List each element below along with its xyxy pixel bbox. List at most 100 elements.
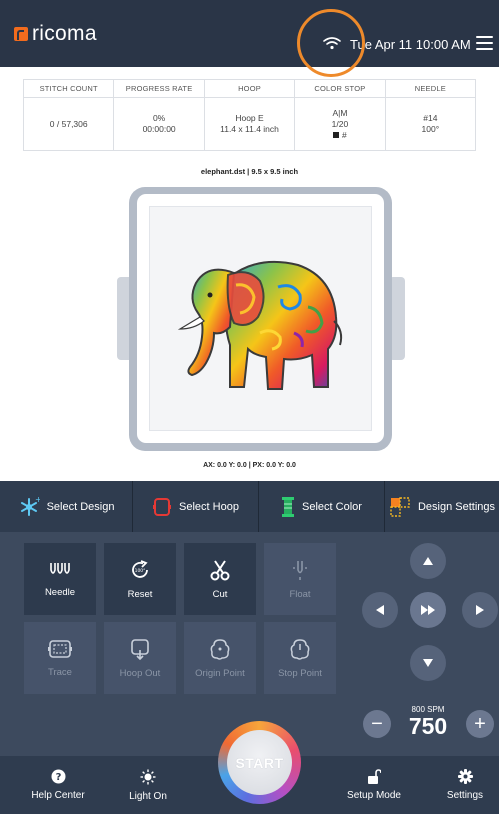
top-header: ricoma Tue Apr 11 10:00 AM	[0, 0, 499, 67]
machine-stats-table: STITCH COUNT 0 / 57,306 PROGRESS RATE 0%…	[23, 79, 476, 151]
needles-icon	[50, 562, 70, 574]
stitch-count-header: STITCH COUNT	[24, 80, 114, 98]
stitch-count-value: 0 / 57,306	[49, 118, 88, 129]
coordinates-readout: AX: 0.0 Y: 0.0 | PX: 0.0 Y: 0.0	[203, 462, 296, 469]
design-file-info: elephant.dst | 9.5 x 9.5 inch	[200, 167, 299, 176]
select-design-label: Select Design	[46, 500, 115, 513]
stitch-count-column: STITCH COUNT 0 / 57,306	[24, 80, 115, 150]
design-settings-button[interactable]: Design Settings	[385, 481, 499, 532]
float-needle-icon	[293, 560, 307, 580]
arrow-up-icon	[423, 557, 433, 565]
lightbulb-icon	[140, 769, 156, 784]
move-left-button[interactable]	[362, 592, 398, 628]
cut-label: Cut	[212, 588, 228, 600]
ricoma-logo: ricoma	[14, 22, 97, 46]
progress-header: PROGRESS RATE	[114, 80, 204, 98]
reset-button[interactable]: 100° Reset	[104, 543, 176, 615]
color-stop-count: 1/20	[331, 118, 349, 129]
hoop-preview	[129, 187, 392, 451]
select-color-button[interactable]: Select Color	[259, 481, 385, 532]
speed-increase-button[interactable]: +	[466, 710, 494, 738]
color-stop-mode: A|M	[332, 107, 348, 118]
svg-text:+: +	[35, 496, 40, 504]
trace-frame-icon	[48, 639, 72, 658]
hoop-out-label: Hoop Out	[119, 667, 161, 679]
needle-label: Needle	[44, 586, 76, 598]
progress-percent: 0%	[152, 113, 166, 123]
progress-column: PROGRESS RATE 0% 00:00:00	[114, 80, 205, 150]
needle-button[interactable]: Needle	[24, 543, 96, 615]
stop-point-icon	[290, 638, 310, 660]
needle-header: NEEDLE	[385, 80, 476, 98]
scissors-icon	[210, 559, 230, 580]
color-stop-header: COLOR STOP	[295, 80, 385, 98]
ricoma-logo-mark	[14, 27, 28, 41]
light-on-label: Light On	[129, 790, 167, 802]
hoop-out-button[interactable]: Hoop Out	[104, 622, 176, 694]
unlock-icon	[368, 769, 381, 784]
setup-mode-label: Setup Mode	[347, 790, 401, 801]
trace-button[interactable]: Trace	[24, 622, 96, 694]
design-canvas	[149, 206, 372, 431]
hoop-column: HOOP Hoop E 11.4 x 11.4 inch	[204, 80, 296, 150]
hoop-header: HOOP	[204, 80, 295, 98]
brand-name: ricoma	[32, 22, 97, 45]
reset-angle-badge: 100°	[135, 568, 146, 574]
elephant-design-image	[177, 260, 343, 390]
origin-point-button[interactable]: Origin Point	[184, 622, 256, 694]
needle-number: #14	[423, 113, 438, 123]
needle-column: NEEDLE #14 100°	[385, 80, 476, 150]
trace-label: Trace	[48, 666, 72, 678]
cut-button[interactable]: Cut	[184, 543, 256, 615]
setup-mode-button[interactable]: Setup Mode	[334, 756, 414, 814]
design-toolbar: + Select Design Select Hoop Select Color…	[0, 481, 499, 532]
reset-rotate-icon: 100°	[132, 559, 148, 578]
reset-label: Reset	[127, 588, 153, 600]
float-button[interactable]: Float	[264, 543, 336, 615]
speed-decrease-button[interactable]: −	[363, 710, 391, 738]
help-center-label: Help Center	[31, 790, 85, 801]
svg-text:?: ?	[55, 772, 61, 783]
move-down-button[interactable]	[410, 645, 446, 681]
select-color-label: Select Color	[302, 500, 362, 513]
date-time: Tue Apr 11 10:00 AM	[350, 37, 471, 52]
gear-icon	[457, 769, 473, 784]
hoop-name: Hoop E	[235, 113, 264, 123]
stop-point-label: Stop Point	[278, 667, 322, 679]
hoop-out-icon	[131, 638, 149, 660]
progress-time: 00:00:00	[142, 124, 176, 134]
fast-forward-icon	[421, 605, 435, 615]
hoop-size: 11.4 x 11.4 inch	[220, 124, 279, 134]
needle-angle: 100°	[421, 124, 440, 134]
move-right-button[interactable]	[462, 592, 498, 628]
settings-button[interactable]: Settings	[430, 756, 499, 814]
select-hoop-label: Select Hoop	[179, 500, 239, 513]
light-on-button[interactable]: Light On	[112, 756, 184, 814]
hamburger-menu-icon[interactable]	[476, 36, 493, 50]
speed-value: 750	[408, 713, 448, 739]
stop-point-button[interactable]: Stop Point	[264, 622, 336, 694]
start-button[interactable]: START	[218, 721, 301, 804]
thread-spool-icon	[282, 496, 295, 517]
color-swatch	[333, 132, 340, 138]
arrow-right-icon	[476, 605, 484, 615]
design-settings-label: Design Settings	[417, 500, 496, 513]
move-up-button[interactable]	[410, 543, 446, 579]
origin-point-label: Origin Point	[195, 667, 245, 679]
float-label: Float	[289, 588, 311, 600]
help-icon: ?	[51, 769, 65, 784]
hoop-inner-frame	[137, 194, 384, 443]
design-settings-icon	[390, 496, 410, 517]
start-button-label: START	[227, 730, 292, 795]
help-center-button[interactable]: ? Help Center	[18, 756, 98, 814]
color-stop-column: COLOR STOP A|M 1/20 #	[295, 80, 386, 150]
select-design-button[interactable]: + Select Design	[0, 481, 133, 532]
hoop-icon	[153, 497, 172, 516]
settings-label: Settings	[446, 790, 484, 801]
arrow-left-icon	[376, 605, 384, 615]
highlight-circle	[297, 9, 365, 77]
origin-point-icon	[210, 638, 230, 660]
select-hoop-button[interactable]: Select Hoop	[133, 481, 259, 532]
fast-forward-button[interactable]	[410, 592, 446, 628]
snowflake-design-icon: +	[20, 496, 40, 516]
